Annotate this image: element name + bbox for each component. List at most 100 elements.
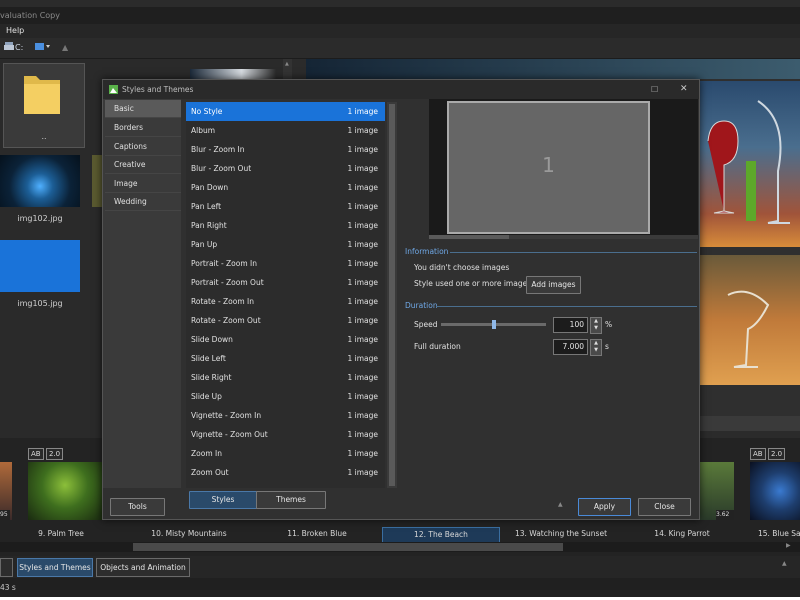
style-list-scrollbar[interactable] xyxy=(387,102,397,488)
style-item[interactable]: Pan Up 1 image xyxy=(186,235,385,254)
style-item-name: Vignette - Zoom Out xyxy=(191,430,268,439)
close-button[interactable]: Close xyxy=(638,498,691,516)
style-item[interactable]: Zoom In 1 image xyxy=(186,444,385,463)
slide-label-11[interactable]: 11. Broken Blue xyxy=(256,527,378,541)
tab-styles[interactable]: Styles xyxy=(189,491,257,509)
style-item[interactable]: Album 1 image xyxy=(186,121,385,140)
category-wedding[interactable]: Wedding xyxy=(105,193,181,211)
tab-objects-and-animation[interactable]: Objects and Animation xyxy=(96,558,190,577)
category-creative[interactable]: Creative xyxy=(105,156,181,174)
badge-ab[interactable]: AB xyxy=(28,448,44,460)
badge-transition-right[interactable]: 2.0 xyxy=(768,448,786,460)
style-item[interactable]: Portrait - Zoom In 1 image xyxy=(186,254,385,273)
badge-transition[interactable]: 2.0 xyxy=(46,448,64,460)
expand-icon[interactable]: ▲ xyxy=(558,501,563,508)
full-duration-input[interactable]: 7.000 xyxy=(553,339,588,355)
style-item[interactable]: Blur - Zoom Out 1 image xyxy=(186,159,385,178)
style-item-count: 1 image xyxy=(347,145,378,154)
duration-divider xyxy=(436,306,697,307)
apply-button[interactable]: Apply xyxy=(578,498,631,516)
drive-label[interactable]: C: xyxy=(15,42,23,53)
slide-label-15[interactable]: 15. Blue Sati xyxy=(742,527,800,541)
category-basic[interactable]: Basic xyxy=(105,100,181,118)
style-item[interactable]: Pan Right 1 image xyxy=(186,216,385,235)
full-duration-stepper[interactable]: ▲ ▼ xyxy=(590,339,602,356)
full-duration-label: Full duration xyxy=(414,342,461,351)
collapse-icon[interactable]: ▲ xyxy=(782,560,787,567)
style-item-name: Slide Down xyxy=(191,335,233,344)
close-icon[interactable]: ✕ xyxy=(680,80,688,99)
thumbnail-img105[interactable] xyxy=(0,240,80,292)
parent-folder-tile[interactable]: .. xyxy=(3,63,85,148)
thumbnail-img102[interactable] xyxy=(0,155,80,207)
tab-styles-and-themes[interactable]: Styles and Themes xyxy=(17,558,93,577)
tab-themes[interactable]: Themes xyxy=(256,491,326,509)
speed-label: Speed xyxy=(414,320,438,329)
app-icon xyxy=(109,85,118,94)
slide-label-14[interactable]: 14. King Parrot xyxy=(624,527,740,541)
slide-label-12[interactable]: 12. The Beach xyxy=(382,527,500,543)
style-item[interactable]: Slide Left 1 image xyxy=(186,349,385,368)
style-item[interactable]: Vignette - Zoom Out 1 image xyxy=(186,425,385,444)
speed-input[interactable]: 100 xyxy=(553,317,588,333)
category-image[interactable]: Image xyxy=(105,175,181,193)
style-item[interactable]: Portrait - Zoom Out 1 image xyxy=(186,273,385,292)
timeline-scroll-thumb[interactable] xyxy=(133,543,563,551)
style-list: No Style 1 image Album 1 image Blur - Zoom I… xyxy=(186,102,385,488)
style-item-count: 1 image xyxy=(347,449,378,458)
slide-thumb-blue-satin[interactable] xyxy=(750,462,800,520)
style-item-count: 1 image xyxy=(347,316,378,325)
style-item-name: Pan Down xyxy=(191,183,229,192)
style-item[interactable]: Zoom Out 1 image xyxy=(186,463,385,482)
slide-thumb-palm-tree[interactable] xyxy=(28,462,102,520)
wine-glass-art xyxy=(707,100,790,224)
badge-ab-right[interactable]: AB xyxy=(750,448,766,460)
scroll-up-icon[interactable]: ▲ xyxy=(285,61,289,67)
speed-slider-handle[interactable] xyxy=(491,320,496,329)
style-item[interactable]: Blur - Zoom In 1 image xyxy=(186,140,385,159)
style-item-count: 1 image xyxy=(347,221,378,230)
photo-scroll-area xyxy=(698,416,800,431)
style-item-count: 1 image xyxy=(347,240,378,249)
drive-icon[interactable] xyxy=(4,42,14,53)
style-item-count: 1 image xyxy=(347,430,378,439)
file-name-img105: img105.jpg xyxy=(17,299,63,308)
speed-slider[interactable] xyxy=(441,320,546,329)
style-item[interactable]: Rotate - Zoom Out 1 image xyxy=(186,311,385,330)
timeline-scrollbar[interactable]: ▶ xyxy=(0,542,800,552)
style-item-count: 1 image xyxy=(347,354,378,363)
slide-label-9[interactable]: 9. Palm Tree xyxy=(0,527,122,541)
style-preview: 1 xyxy=(429,99,698,239)
style-item-name: Slide Up xyxy=(191,392,222,401)
view-mode-icon[interactable] xyxy=(35,42,51,53)
up-arrow-icon[interactable]: ▲ xyxy=(62,42,68,53)
style-list-scroll-thumb[interactable] xyxy=(389,104,395,486)
style-item[interactable]: Rotate - Zoom In 1 image xyxy=(186,292,385,311)
tab-partial[interactable] xyxy=(0,558,13,577)
style-item-count: 1 image xyxy=(347,259,378,268)
slide-label-13[interactable]: 13. Watching the Sunset xyxy=(500,527,622,541)
speed-stepper[interactable]: ▲ ▼ xyxy=(590,317,602,334)
style-item[interactable]: Pan Left 1 image xyxy=(186,197,385,216)
style-item-name: Portrait - Zoom In xyxy=(191,259,258,268)
maximize-icon[interactable]: ☐ xyxy=(651,80,658,99)
category-borders[interactable]: Borders xyxy=(105,119,181,137)
style-item[interactable]: Pan Down 1 image xyxy=(186,178,385,197)
preview-scrollbar[interactable] xyxy=(429,235,698,239)
no-images-text: You didn't choose images xyxy=(414,263,510,272)
style-item[interactable]: Slide Right 1 image xyxy=(186,368,385,387)
slide-duration-left: 95 xyxy=(0,510,10,520)
view-glyph xyxy=(35,43,50,50)
category-captions[interactable]: Captions xyxy=(105,138,181,156)
scroll-right-icon[interactable]: ▶ xyxy=(786,542,791,549)
tools-button[interactable]: Tools xyxy=(110,498,165,516)
style-item-name: Pan Right xyxy=(191,221,227,230)
style-item[interactable]: Slide Down 1 image xyxy=(186,330,385,349)
add-images-button[interactable]: Add images xyxy=(526,276,581,294)
preview-scroll-thumb[interactable] xyxy=(429,235,509,239)
style-item[interactable]: No Style 1 image xyxy=(186,102,385,121)
menu-help[interactable]: Help xyxy=(6,24,24,38)
style-item[interactable]: Vignette - Zoom In 1 image xyxy=(186,406,385,425)
slide-label-10[interactable]: 10. Misty Mountains xyxy=(128,527,250,541)
style-item[interactable]: Slide Up 1 image xyxy=(186,387,385,406)
